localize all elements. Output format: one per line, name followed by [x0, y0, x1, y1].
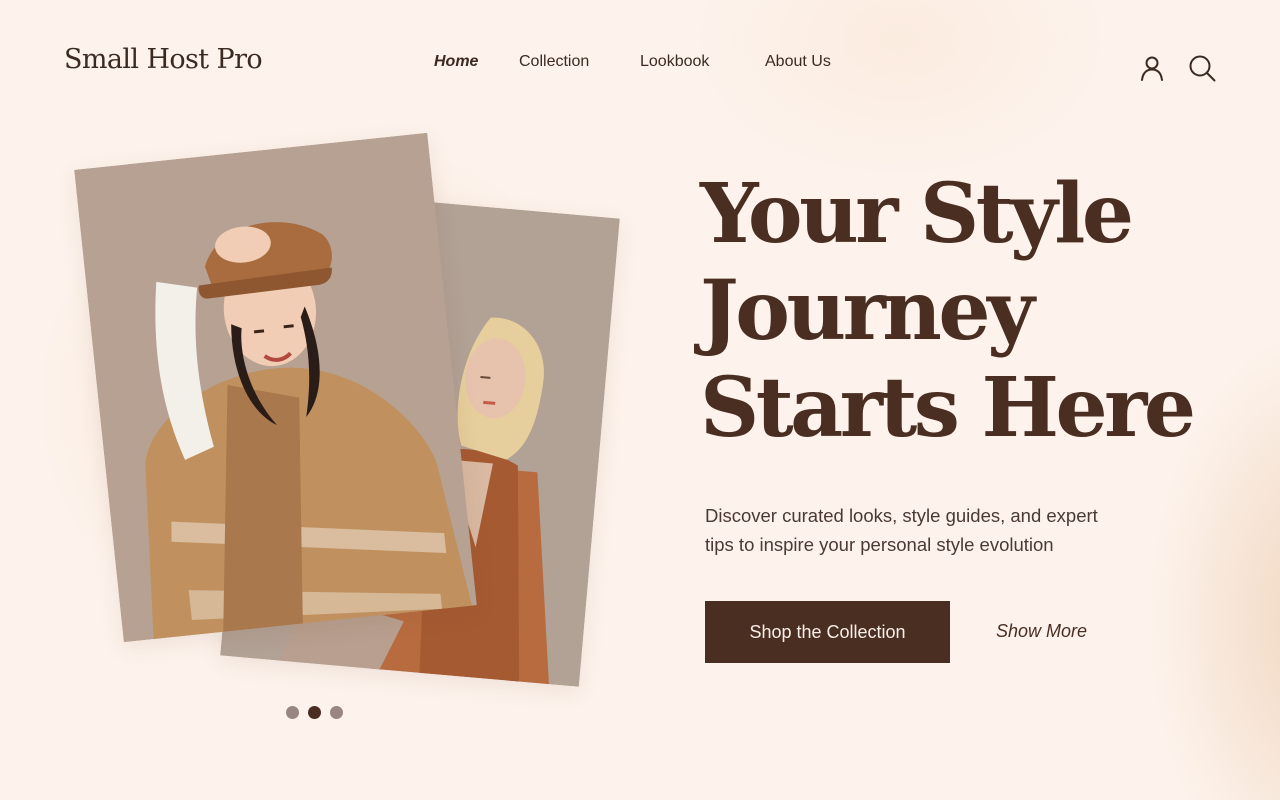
- hero-subtitle: Discover curated looks, style guides, an…: [705, 501, 1155, 559]
- shop-collection-button[interactable]: Shop the Collection: [705, 601, 950, 663]
- user-icon[interactable]: [1138, 54, 1166, 82]
- nav-item-lookbook[interactable]: Lookbook: [640, 53, 709, 71]
- hero-subtitle-line-1: Discover curated looks, style guides, an…: [705, 505, 1098, 526]
- show-more-link[interactable]: Show More: [996, 621, 1087, 642]
- hero-title-line-3: Starts Here: [700, 360, 1196, 456]
- nav-item-collection[interactable]: Collection: [519, 53, 589, 71]
- carousel-dot-2[interactable]: [308, 706, 321, 719]
- lookbook-photo-front: [74, 132, 477, 643]
- carousel-dot-3[interactable]: [330, 706, 343, 719]
- nav-item-about-us[interactable]: About Us: [765, 53, 831, 71]
- hero-title-line-2: Journey: [700, 263, 1035, 359]
- hero-title: Your Style Journey Starts Here: [700, 166, 1240, 457]
- hero-subtitle-line-2: tips to inspire your personal style evol…: [705, 534, 1054, 555]
- carousel-dot-1[interactable]: [286, 706, 299, 719]
- hero-title-line-1: Your Style: [700, 166, 1134, 262]
- brand-logo[interactable]: Small Host Pro: [64, 44, 263, 75]
- nav-item-home[interactable]: Home: [434, 53, 478, 71]
- search-icon[interactable]: [1188, 54, 1216, 82]
